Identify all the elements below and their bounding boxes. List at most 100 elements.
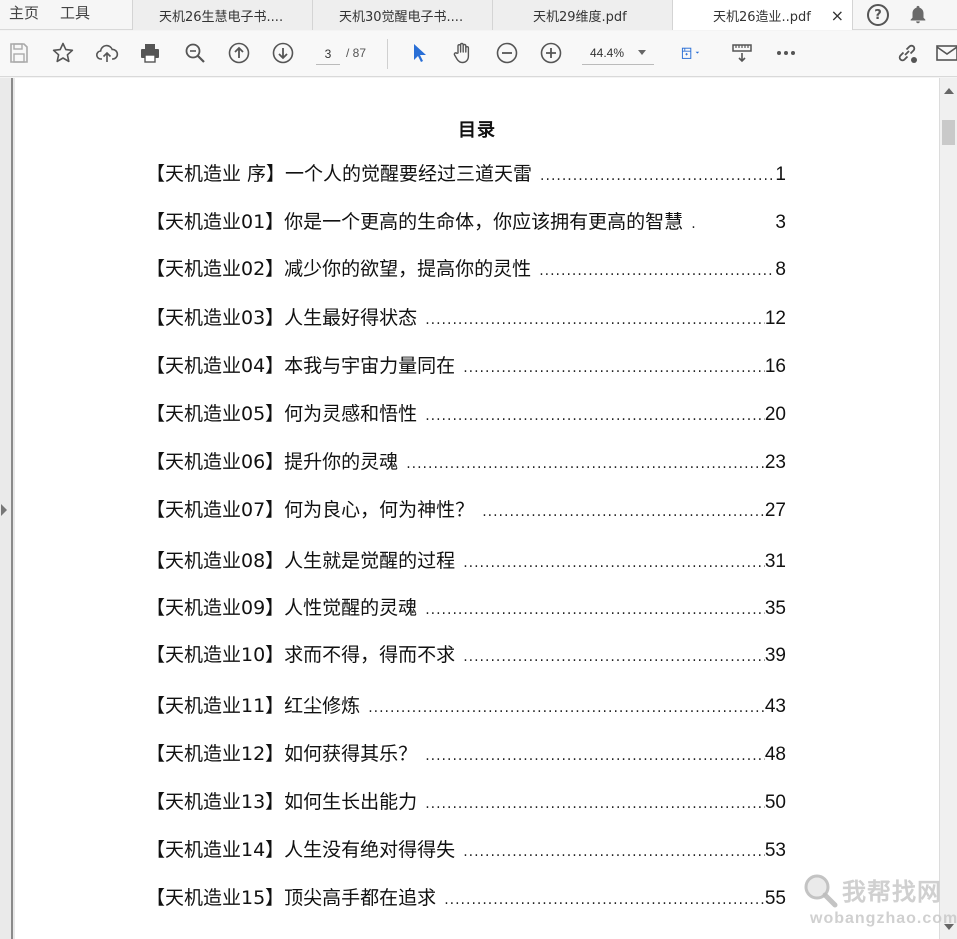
vertical-scrollbar[interactable] [939,78,957,939]
toc-entry[interactable]: 【天机造业15】顶尖高手都在追求........................… [146,884,786,910]
zoom-level-select[interactable]: 44.4% [582,43,654,65]
toc-entry[interactable]: 【天机造业06】提升你的灵魂..........................… [146,448,786,474]
document-tab[interactable]: 天机30觉醒电子书.... [312,0,492,30]
fit-page-icon[interactable] [672,40,712,66]
document-tab[interactable]: 天机29维度.pdf [492,0,672,30]
toc-leader-dots: ........................................… [425,409,765,424]
page-total: / 87 [346,46,367,60]
toc-leader-dots: ........................................… [444,893,765,908]
toc-page-number: 12 [764,308,786,329]
share-link-icon[interactable] [894,40,920,66]
scroll-thumb[interactable] [942,120,955,145]
watermark-text: 我帮找网 [842,878,942,906]
save-icon[interactable] [6,40,32,66]
toc-entry-title: 【天机造业06】提升你的灵魂 [146,451,399,473]
toc-page-number: 20 [764,404,786,425]
toc-entry[interactable]: 【天机造业01】你是一个更高的生命体，你应该拥有更高的智慧. 3 [146,208,786,234]
chevron-down-icon [638,50,646,55]
toc-leader-dots: . [691,217,697,232]
bookmark-star-icon[interactable] [50,40,76,66]
toc-entry-title: 【天机造业07】何为良心，何为神性？ [146,499,475,521]
toc-page-number: 1 [775,164,786,185]
toc-entry-title: 【天机造业12】如何获得其乐？ [146,743,418,765]
page-down-icon[interactable] [270,40,296,66]
toc-entry[interactable]: 【天机造业04】本我与宇宙力量同在.......................… [146,352,786,378]
tabbar-actions: ? [852,0,929,30]
toc-entry[interactable]: 【天机造业03】人生最好得状态.........................… [146,304,786,330]
toc-leader-dots: ........................................… [368,701,765,716]
tab-label: 天机29维度.pdf [533,9,627,25]
toc-page-number: 50 [764,792,786,813]
toc-entry[interactable]: 【天机造业14】人生没有绝对得得失.......................… [146,836,786,862]
toc-entry[interactable]: 【天机造业10】求而不得，得而不求.......................… [146,641,786,667]
toc-title: 目录 [458,120,496,141]
toc-leader-dots: ........................................… [463,845,765,860]
toc-leader-dots: ........................................… [539,264,775,279]
toc-page-number: 16 [764,356,786,377]
page-up-icon[interactable] [226,40,252,66]
toc-leader-dots: ........................................… [463,361,765,376]
scroll-mode-icon[interactable] [729,40,755,66]
toc-page-number: 43 [764,696,786,717]
toc-entry[interactable]: 【天机造业07】何为良心，何为神性？......................… [146,496,786,522]
tab-label: 天机30觉醒电子书.... [339,9,464,25]
document-viewer: 目录 【天机造业 序】一个人的觉醒要经过三道天雷................… [0,78,957,939]
more-options-icon[interactable] [773,40,799,66]
zoom-out-icon[interactable] [494,40,520,66]
toc-leader-dots: ........................................… [425,603,765,618]
document-tab-active[interactable]: 天机26造业..pdf × [672,0,852,30]
hand-tool-icon[interactable] [449,40,475,66]
select-cursor-icon[interactable] [406,40,432,66]
tools-link[interactable]: 工具 [60,0,132,29]
toc-entry-title: 【天机造业13】如何生长出能力 [146,791,418,813]
toc-leader-dots: ........................................… [425,749,765,764]
toc-leader-dots: ........................................… [463,556,765,571]
toc-leader-dots: ........................................… [482,505,765,520]
zoom-in-icon[interactable] [538,40,564,66]
toc-page-number: 39 [764,645,786,666]
toc-entry-title: 【天机造业08】人生就是觉醒的过程 [146,550,456,572]
toc-entry-title: 【天机造业10】求而不得，得而不求 [146,644,456,666]
tab-bar: 主页 工具 天机26生慧电子书.... 天机30觉醒电子书.... 天机29维度… [0,0,957,30]
toc-page-number: 35 [764,598,786,619]
toc-leader-dots: ........................................… [463,650,765,665]
toc-page-number: 3 [775,212,786,233]
toc-leader-dots: ........................................… [406,457,765,472]
close-icon[interactable]: × [831,6,844,25]
toc-entry[interactable]: 【天机造业13】如何生长出能力.........................… [146,788,786,814]
toc-entry-title: 【天机造业 序】一个人的觉醒要经过三道天雷 [146,163,533,185]
toolbar: / 87 44.4% [0,31,957,77]
toc-entry[interactable]: 【天机造业12】如何获得其乐？.........................… [146,740,786,766]
zoom-level-value: 44.4% [590,46,625,60]
email-icon[interactable] [935,40,957,66]
toc-entry[interactable]: 【天机造业09】人性觉醒的灵魂.........................… [146,594,786,620]
home-link[interactable]: 主页 [0,0,60,29]
toc-entry[interactable]: 【天机造业11】红尘修炼............................… [146,692,786,718]
watermark-url: wobangzhao.com [810,910,957,927]
help-icon[interactable]: ? [867,4,889,26]
toc-entry-title: 【天机造业03】人生最好得状态 [146,307,418,329]
toc-entry[interactable]: 【天机造业02】减少你的欲望，提高你的灵性...................… [146,255,786,281]
toc-page-number: 31 [764,551,786,572]
toc-entry[interactable]: 【天机造业08】人生就是觉醒的过程.......................… [146,547,786,573]
toc-entry[interactable]: 【天机造业05】何为灵感和悟性.........................… [146,400,786,426]
toc-page-number: 53 [764,840,786,861]
toc-entry-title: 【天机造业09】人性觉醒的灵魂 [146,597,418,619]
scroll-up-icon[interactable] [944,88,954,94]
toc-page-number: 8 [775,259,786,280]
side-panel-toggle[interactable] [0,78,13,939]
bell-icon[interactable] [907,4,929,26]
document-tab[interactable]: 天机26生慧电子书.... [132,0,312,30]
toc-entry[interactable]: 【天机造业 序】一个人的觉醒要经过三道天雷...................… [146,160,786,186]
toc-entry-title: 【天机造业01】你是一个更高的生命体，你应该拥有更高的智慧 [146,211,684,233]
print-icon[interactable] [137,40,163,66]
toc-entry-title: 【天机造业05】何为灵感和悟性 [146,403,418,425]
zoom-search-icon[interactable] [182,40,208,66]
page-number-input[interactable] [316,43,340,65]
cloud-upload-icon[interactable] [94,40,120,66]
toc-entry-title: 【天机造业02】减少你的欲望，提高你的灵性 [146,258,532,280]
toc-entry-title: 【天机造业15】顶尖高手都在追求 [146,887,437,909]
magnifier-logo-icon [804,874,838,908]
toc-leader-dots: ........................................… [540,169,775,184]
toc-entry-title: 【天机造业04】本我与宇宙力量同在 [146,355,456,377]
